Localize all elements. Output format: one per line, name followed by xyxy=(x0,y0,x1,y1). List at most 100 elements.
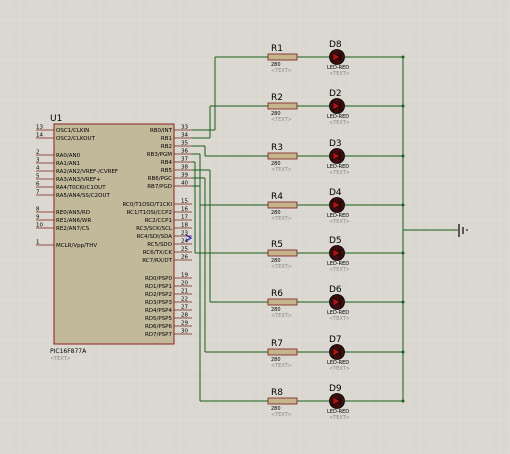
resistor-text: <TEXT> xyxy=(271,216,292,222)
pin-number: 34 xyxy=(181,133,188,139)
led-branch[interactable]: R5280<TEXT>D5LED-RED<TEXT> xyxy=(267,236,405,273)
led-ref: D6 xyxy=(329,285,342,295)
pin-number: 1 xyxy=(36,240,40,246)
resistor-ref: R5 xyxy=(271,240,283,250)
pin-name: RE1/AN6/WR xyxy=(56,218,91,224)
pin-name: RC2/CCP1 xyxy=(145,218,172,224)
resistor-text: <TEXT> xyxy=(271,117,292,123)
resistor-text: <TEXT> xyxy=(271,313,292,319)
junction-dot xyxy=(401,300,405,304)
pin-number: 22 xyxy=(181,297,188,303)
pin-number: 29 xyxy=(181,321,188,327)
led-branch[interactable]: R3280<TEXT>D3LED-RED<TEXT> xyxy=(267,139,405,176)
microcontroller[interactable]: U1 PIC16F877A <TEXT> 13OSC1/CLKIN14OSC2/… xyxy=(36,114,193,362)
pin-number: 30 xyxy=(181,329,188,335)
resistor[interactable] xyxy=(267,249,298,257)
resistor-ref: R3 xyxy=(271,143,283,153)
led-ref: D4 xyxy=(329,188,342,198)
pin-name: RB3/PGM xyxy=(147,152,173,158)
chip-ref: U1 xyxy=(50,114,62,124)
resistor-text: <TEXT> xyxy=(271,412,292,418)
led-branch[interactable]: R7280<TEXT>D7LED-RED<TEXT> xyxy=(267,335,405,372)
resistor-ref: R2 xyxy=(271,93,283,103)
chip-text-placeholder: <TEXT> xyxy=(50,356,71,362)
resistor[interactable] xyxy=(267,397,298,405)
resistor[interactable] xyxy=(267,102,298,110)
led-ref: D5 xyxy=(329,236,342,246)
schematic-canvas[interactable]: U1 PIC16F877A <TEXT> 13OSC1/CLKIN14OSC2/… xyxy=(0,0,510,454)
pin-name: RA3/AN3/VREF+ xyxy=(56,177,101,183)
pin-number: 4 xyxy=(36,166,40,172)
pin-name: RC1/T1OSI/CCP2 xyxy=(127,210,172,216)
led-text: <TEXT> xyxy=(329,415,350,421)
pin-name: RE2/AN7/CS xyxy=(56,226,90,232)
led-ref: D8 xyxy=(329,40,342,50)
pin-number: 36 xyxy=(181,149,188,155)
pin-number: 26 xyxy=(181,255,188,261)
pin-number: 40 xyxy=(181,181,188,187)
led-ref: D9 xyxy=(329,384,342,394)
pin-name: RD3/PSP3 xyxy=(145,300,173,306)
pin-number: 19 xyxy=(181,273,188,279)
led-branch[interactable]: R1280<TEXT>D8LED-RED<TEXT> xyxy=(267,40,405,77)
resistor[interactable] xyxy=(267,201,298,209)
pin-number: 28 xyxy=(181,313,188,319)
resistor-ref: R7 xyxy=(271,339,283,349)
led-branch[interactable]: R2280<TEXT>D2LED-RED<TEXT> xyxy=(267,89,405,126)
led-branch[interactable]: R4280<TEXT>D4LED-RED<TEXT> xyxy=(267,188,405,225)
pin-number: 38 xyxy=(181,165,188,171)
resistor-text: <TEXT> xyxy=(271,167,292,173)
led-branches: R1280<TEXT>D8LED-RED<TEXT> R2280<TEXT>D2L… xyxy=(267,40,405,421)
resistor[interactable] xyxy=(267,298,298,306)
pin-name: RA2/AN2/VREF-/CVREF xyxy=(56,169,118,175)
junction-dot xyxy=(401,399,405,403)
pin-number: 8 xyxy=(36,207,40,213)
pin-name: RD1/PSP1 xyxy=(145,284,172,290)
pin-name: RC6/TX/CK xyxy=(143,250,173,256)
pin-number: 5 xyxy=(36,174,40,180)
pin-number: 17 xyxy=(181,215,188,221)
pin-number: 2 xyxy=(36,150,40,156)
pin-number: 18 xyxy=(181,223,188,229)
ground-symbol[interactable] xyxy=(403,224,468,237)
pin-number: 35 xyxy=(181,141,188,147)
resistor[interactable] xyxy=(267,53,298,61)
led-text: <TEXT> xyxy=(329,267,350,273)
resistor-ref: R4 xyxy=(271,192,283,202)
led-text: <TEXT> xyxy=(329,366,350,372)
junction-dot xyxy=(401,251,405,255)
pin-name: RD6/PSP6 xyxy=(145,324,173,330)
pin-name: RD0/PSP0 xyxy=(145,276,173,282)
pin-name: OSC2/CLKOUT xyxy=(56,136,96,142)
pin-number: 20 xyxy=(181,281,188,287)
pin-name: RD4/PSP4 xyxy=(145,308,173,314)
led-text: <TEXT> xyxy=(329,219,350,225)
chip-part: PIC16F877A xyxy=(50,348,87,355)
pin-number: 9 xyxy=(36,215,40,221)
pin-name: RB2 xyxy=(161,144,172,150)
resistor[interactable] xyxy=(267,152,298,160)
resistor-ref: R8 xyxy=(271,388,283,398)
pin-name: RE0/AN5/RD xyxy=(56,210,90,216)
junction-dot xyxy=(401,154,405,158)
led-text: <TEXT> xyxy=(329,316,350,322)
led-branch[interactable]: R6280<TEXT>D6LED-RED<TEXT> xyxy=(267,285,405,322)
pin-number: 13 xyxy=(36,125,43,131)
pin-name: RA0/AN0 xyxy=(56,153,81,159)
resistor[interactable] xyxy=(267,348,298,356)
pin-number: 21 xyxy=(181,289,188,295)
pin-number: 7 xyxy=(36,190,40,196)
pin-number: 24 xyxy=(181,239,188,245)
pin-number: 37 xyxy=(181,157,188,163)
led-branch[interactable]: R8280<TEXT>D9LED-RED<TEXT> xyxy=(267,384,405,421)
pin-number: 39 xyxy=(181,173,188,179)
junction-dot xyxy=(401,203,405,207)
pin-name: MCLR/Vpp/THV xyxy=(56,243,97,249)
pin-name: RA4/T0CKI/C1OUT xyxy=(56,185,106,191)
junction-dot xyxy=(401,350,405,354)
pin-number: 16 xyxy=(181,207,188,213)
pin-number: 3 xyxy=(36,158,40,164)
pin-number: 27 xyxy=(181,305,188,311)
pin-name: RC4/SDI/SDA xyxy=(137,234,173,240)
pin-name: RB5 xyxy=(161,168,173,174)
